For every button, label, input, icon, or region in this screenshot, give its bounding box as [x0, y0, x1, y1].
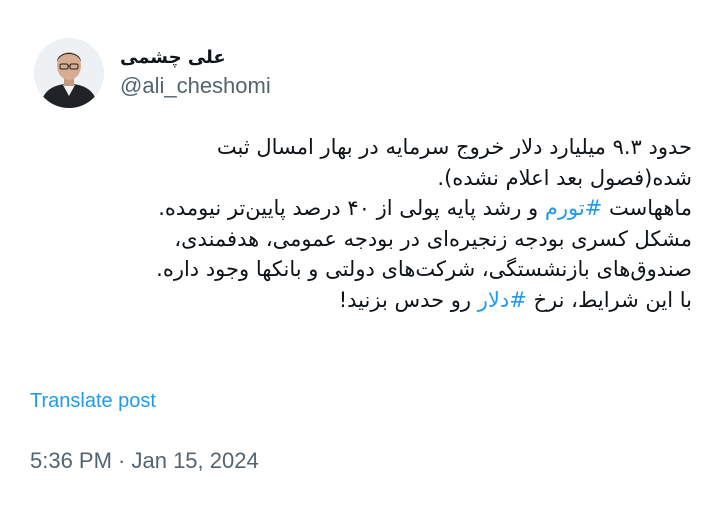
hashtag-link[interactable]: #دلار: [478, 288, 527, 312]
post-timestamp[interactable]: 5:36 PM · Jan 15, 2024: [30, 448, 259, 474]
post-text-segment: و رشد پایه پولی از ۴۰ درصد پایین‌تر نیوم…: [158, 196, 545, 221]
post-text-segment: حدود ۹.۳ میلیارد دلار خروج سرمایه در بها…: [216, 135, 692, 159]
avatar[interactable]: [34, 38, 104, 108]
post-text-line: با این شرایط، نرخ #دلار رو حدس بزنید!: [30, 285, 692, 316]
avatar-portrait-icon: [34, 38, 104, 108]
post-text-segment: رو حدس بزنید!: [338, 287, 478, 312]
post-text-line: مشکل کسری بودجه زنجیره‌ای در بودجه عمومی…: [30, 224, 692, 255]
translate-post-link[interactable]: Translate post: [30, 390, 156, 413]
post-text-line: حدود ۹.۳ میلیارد دلار خروج سرمایه در بها…: [30, 132, 692, 163]
post-text-segment: با این شرایط، نرخ: [526, 287, 693, 312]
post-text-segment: مشکل کسری بودجه زنجیره‌ای در بودجه عمومی…: [174, 226, 692, 251]
post-text-segment: شده(فصول بعد اعلام نشده).: [437, 165, 692, 190]
hashtag-link[interactable]: #تورم: [545, 196, 602, 220]
post-text-line: صندوق‌های بازنشستگی، شرکت‌های دولتی و با…: [30, 254, 692, 285]
author-handle[interactable]: @ali_cheshomi: [120, 72, 271, 100]
author-display-name[interactable]: علی چشمی: [120, 46, 271, 70]
post-text-segment: ماههاست: [602, 196, 692, 221]
post-text: حدود ۹.۳ میلیارد دلار خروج سرمایه در بها…: [30, 132, 692, 316]
author-names: علی چشمی @ali_cheshomi: [120, 46, 271, 100]
post-text-line: شده(فصول بعد اعلام نشده).: [30, 163, 692, 194]
post-text-segment: صندوق‌های بازنشستگی، شرکت‌های دولتی و با…: [156, 257, 692, 282]
post-text-line: ماههاست #تورم و رشد پایه پولی از ۴۰ درصد…: [30, 193, 692, 224]
tweet-card: علی چشمی @ali_cheshomi حدود ۹.۳ میلیارد …: [0, 0, 720, 515]
post-header: علی چشمی @ali_cheshomi: [34, 38, 271, 108]
